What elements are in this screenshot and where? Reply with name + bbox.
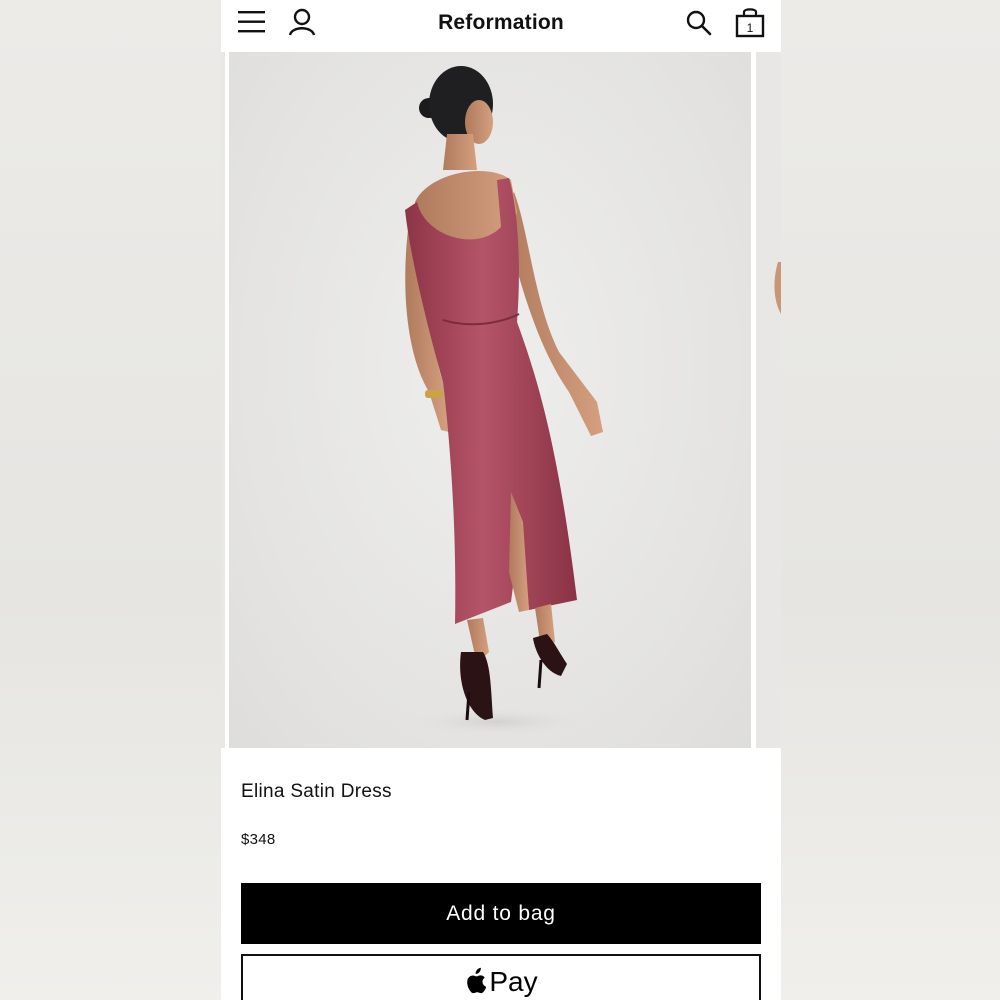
product-name: Elina Satin Dress	[241, 781, 392, 802]
brand-logo[interactable]: Reformation	[401, 11, 601, 35]
previous-image-edge	[221, 52, 225, 748]
backdrop-left	[0, 0, 221, 1000]
backdrop-right	[781, 0, 1000, 1000]
product-image-gallery[interactable]	[221, 52, 781, 748]
menu-icon[interactable]	[237, 9, 267, 35]
account-icon[interactable]	[287, 8, 317, 36]
bag-count-badge: 1	[747, 21, 754, 35]
product-photo[interactable]	[229, 52, 751, 748]
product-price: $348	[241, 831, 276, 848]
product-page: Reformation 1 Elina Satin Dress $348 Add…	[221, 0, 781, 1000]
search-icon[interactable]	[685, 9, 713, 37]
next-image-peek[interactable]	[756, 52, 781, 748]
add-to-bag-button[interactable]: Add to bag	[241, 883, 761, 944]
apple-pay-label: Pay	[489, 966, 538, 997]
apple-pay-button[interactable]: Pay	[241, 954, 761, 1000]
model-illustration	[405, 66, 603, 736]
apple-logo-icon	[467, 967, 487, 994]
site-header: Reformation 1	[221, 0, 781, 48]
shopping-bag-icon[interactable]: 1	[733, 6, 767, 38]
